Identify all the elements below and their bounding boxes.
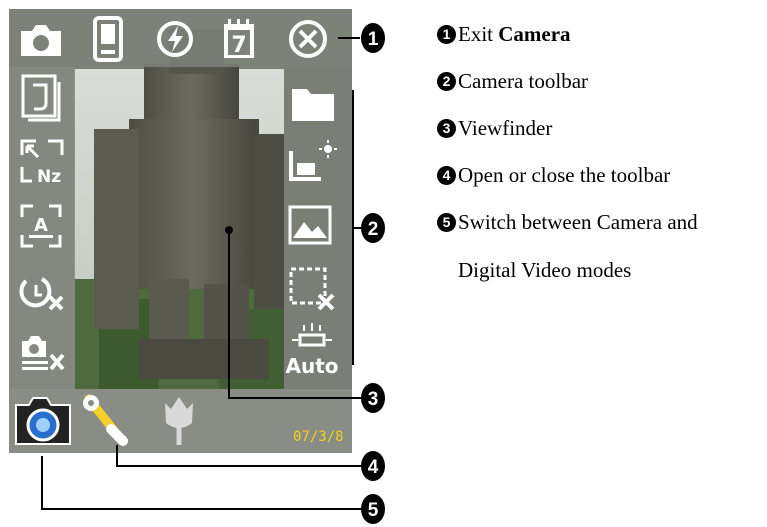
badge-1: 1 — [361, 23, 385, 53]
legend-badge: 2 — [437, 72, 456, 91]
legend-item-toolbar: 2 Camera toolbar — [437, 69, 588, 94]
legend-text: Camera toolbar — [458, 69, 589, 93]
badge-2: 2 — [361, 213, 385, 243]
legend-badge: 4 — [437, 166, 456, 185]
legend-text: Exit — [458, 22, 499, 46]
callout-line-toolbar — [352, 90, 362, 365]
badge-5: 5 — [361, 494, 385, 524]
legend-bold-text: Camera — [498, 22, 571, 46]
svg-text:4: 4 — [368, 457, 379, 478]
legend-item-switch-mode: 5 Switch between Camera and — [437, 210, 698, 235]
callout-layer: 1 2 3 4 5 — [41, 23, 385, 524]
svg-text:3: 3 — [368, 389, 379, 410]
svg-text:2: 2 — [368, 219, 379, 240]
legend-item-viewfinder: 3 Viewfinder — [437, 116, 552, 141]
legend-text: Open or close the toolbar — [458, 163, 671, 187]
svg-text:5: 5 — [368, 500, 379, 521]
legend-continuation: Digital Video modes — [458, 258, 632, 282]
badge-3: 3 — [361, 383, 385, 413]
legend-item-exit: 1 Exit Camera — [437, 22, 571, 47]
legend-badge: 5 — [437, 213, 456, 232]
legend-text: Switch between Camera and — [458, 210, 698, 234]
badge-4: 4 — [361, 451, 385, 481]
legend-badge: 1 — [437, 25, 456, 44]
legend-text: Viewfinder — [458, 116, 553, 140]
legend-badge: 3 — [437, 119, 456, 138]
legend-item-toggle-toolbar: 4 Open or close the toolbar — [437, 163, 670, 188]
svg-text:1: 1 — [368, 29, 379, 50]
